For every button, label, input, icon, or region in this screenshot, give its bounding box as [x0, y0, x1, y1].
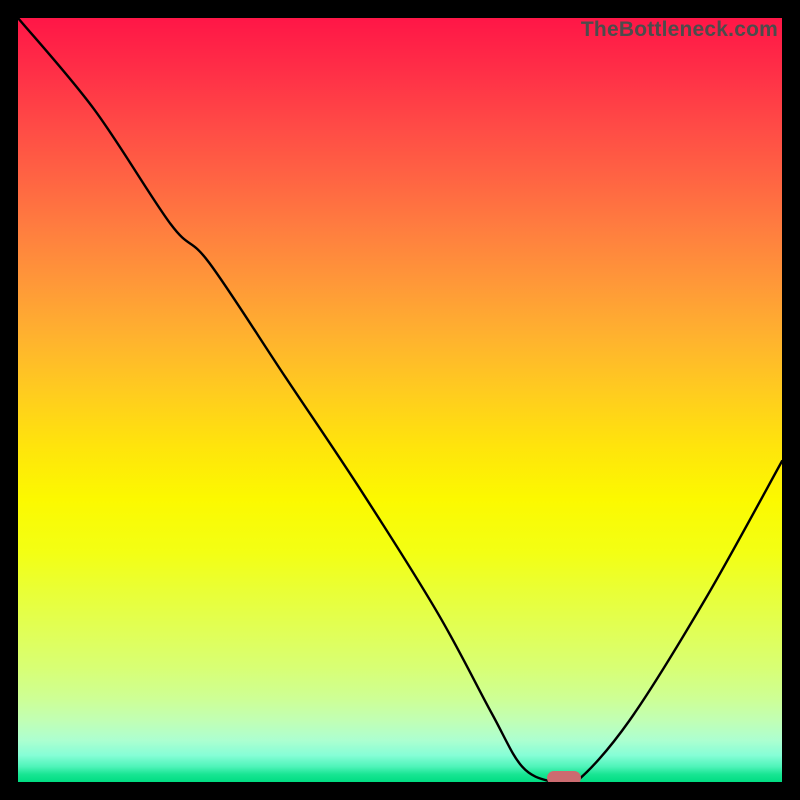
optimal-marker: [547, 771, 581, 782]
chart-frame: TheBottleneck.com: [0, 0, 800, 800]
plot-area: TheBottleneck.com: [18, 18, 782, 782]
watermark-text: TheBottleneck.com: [581, 18, 778, 42]
bottleneck-curve: [18, 18, 782, 782]
